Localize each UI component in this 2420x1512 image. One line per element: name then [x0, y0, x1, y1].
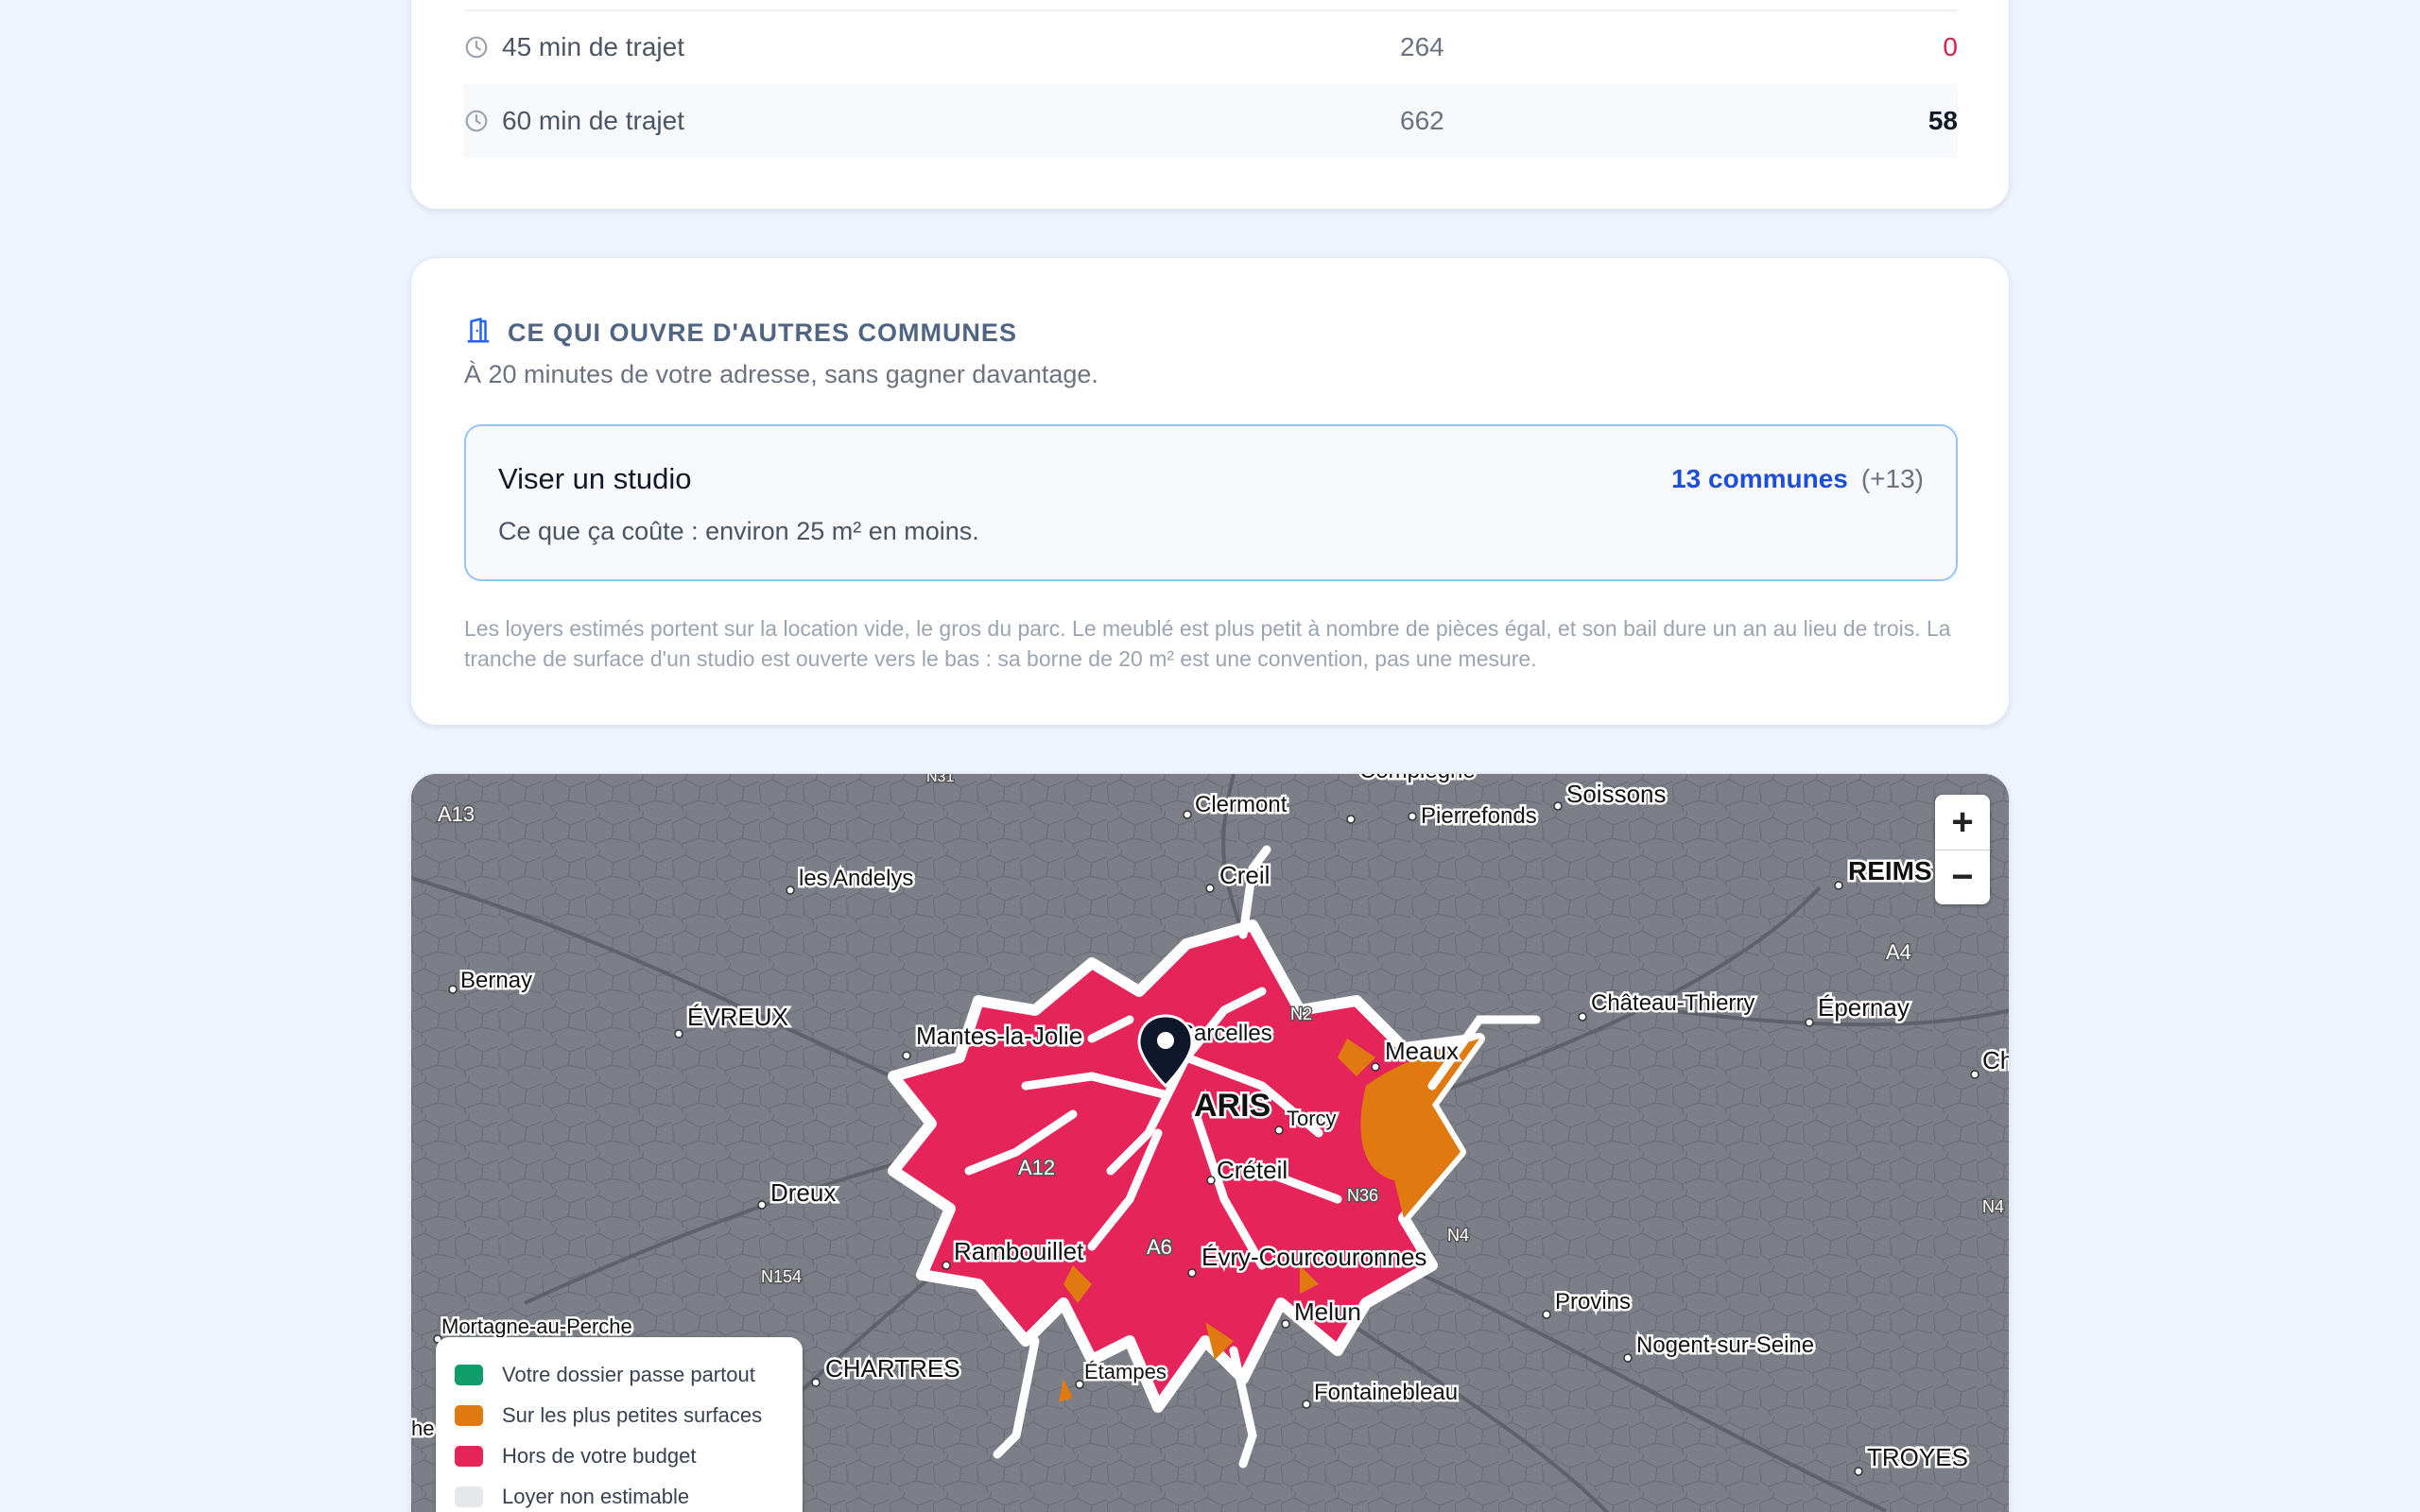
road-label: N2	[1290, 1005, 1312, 1023]
legend-label: Hors de votre budget	[502, 1443, 697, 1468]
zoom-out-button[interactable]: −	[1935, 850, 1990, 904]
option-description: Ce que ça coûte : environ 25 m² en moins…	[498, 517, 979, 545]
section-title: CE QUI OUVRE D'AUTRES COMMUNES	[508, 318, 1017, 347]
communes-link[interactable]: 13 communes	[1671, 464, 1848, 494]
place-label: Dreux	[770, 1178, 836, 1207]
place-label: les Andelys	[799, 866, 913, 891]
legend-swatch	[455, 1364, 483, 1385]
place-label: Étampes	[1084, 1360, 1167, 1383]
place-label: he	[411, 1417, 434, 1440]
row-count: 662	[1400, 106, 1444, 135]
door-icon	[464, 317, 493, 350]
road-label: N31	[926, 774, 954, 785]
section-subtitle: À 20 minutes de votre adresse, sans gagn…	[464, 360, 1098, 388]
place-label: ARIS	[1194, 1088, 1270, 1124]
place-label: Melun	[1294, 1297, 1361, 1326]
row-label: 45 min de trajet	[502, 32, 684, 61]
place-label: Compiègne	[1359, 774, 1476, 783]
studio-option-card[interactable]: Viser un studio 13 communes (+13) Ce que…	[464, 424, 1958, 581]
table-row: 45 min de trajet 264 0	[464, 10, 1958, 84]
place-label: Mantes-la-Jolie	[916, 1022, 1082, 1050]
legend-swatch	[455, 1445, 483, 1467]
legend-item: Hors de votre budget	[455, 1435, 784, 1476]
place-label: Nogent-sur-Seine	[1636, 1332, 1814, 1358]
place-label: Château-Thierry	[1591, 990, 1754, 1016]
place-label: Ch	[1982, 1046, 2010, 1074]
road-label: N4	[1447, 1226, 1469, 1245]
road-label: N36	[1347, 1186, 1378, 1205]
communes-delta: (+13)	[1860, 464, 1924, 493]
row-value: 0	[1943, 32, 1958, 61]
road-label: A6	[1147, 1235, 1172, 1259]
place-label: Créteil	[1217, 1156, 1288, 1184]
section-header: CE QUI OUVRE D'AUTRES COMMUNES	[464, 317, 1017, 350]
place-label: Bernay	[460, 968, 532, 993]
place-label: Torcy	[1287, 1107, 1337, 1130]
legend-label: Loyer non estimable	[502, 1484, 690, 1508]
road-label: A4	[1886, 940, 1911, 964]
options-card: CE QUI OUVRE D'AUTRES COMMUNES À 20 minu…	[410, 257, 2010, 726]
place-label: Épernay	[1818, 993, 1910, 1022]
place-label: TROYES	[1867, 1443, 1968, 1471]
legend-item: Loyer non estimable	[455, 1476, 784, 1512]
place-label: Creil	[1219, 861, 1270, 889]
commute-card: 45 min de trajet 264 0 60 min de trajet …	[410, 0, 2010, 210]
table-row: 60 min de trajet 662 58	[464, 84, 1958, 158]
option-result: 13 communes (+13)	[1671, 464, 1924, 494]
place-label: Évry-Courcouronnes	[1201, 1243, 1426, 1271]
zoom-in-button[interactable]: +	[1935, 795, 1990, 850]
legend-label: Votre dossier passe partout	[502, 1362, 755, 1386]
legend-item: Votre dossier passe partout	[455, 1354, 784, 1395]
road-label: A12	[1018, 1156, 1055, 1179]
map-card[interactable]: A13 N31 Clermont Compiègne Pierrefonds S…	[410, 773, 2010, 1512]
footnote: Les loyers estimés portent sur la locati…	[464, 616, 1951, 671]
row-count: 264	[1400, 32, 1444, 61]
place-label: Mortagne-au-Perche	[441, 1314, 632, 1338]
place-label: CHARTRES	[825, 1354, 960, 1383]
legend-label: Sur les plus petites surfaces	[502, 1402, 763, 1427]
place-label: Clermont	[1195, 792, 1288, 817]
place-label: Meaux	[1385, 1037, 1459, 1065]
map-legend: Votre dossier passe partout Sur les plus…	[436, 1337, 803, 1512]
place-label: REIMS	[1848, 856, 1932, 885]
place-label: ÉVREUX	[687, 1003, 788, 1031]
legend-swatch	[455, 1486, 483, 1507]
clock-icon	[464, 35, 489, 60]
zoom-control: + −	[1935, 795, 1990, 904]
place-label: Fontainebleau	[1314, 1380, 1458, 1405]
road-label: N4	[1982, 1197, 2004, 1216]
place-label: Provins	[1555, 1289, 1631, 1314]
road-label: A13	[438, 802, 475, 826]
option-title: Viser un studio	[498, 462, 692, 495]
road-label: N154	[761, 1267, 802, 1286]
place-label: Pierrefonds	[1421, 803, 1537, 829]
place-label: Rambouillet	[954, 1237, 1084, 1265]
clock-icon	[464, 109, 489, 133]
place-label: Soissons	[1566, 780, 1667, 808]
legend-item: Sur les plus petites surfaces	[455, 1395, 784, 1435]
legend-swatch	[455, 1404, 483, 1426]
row-value: 58	[1927, 106, 1958, 135]
row-label: 60 min de trajet	[502, 106, 684, 135]
